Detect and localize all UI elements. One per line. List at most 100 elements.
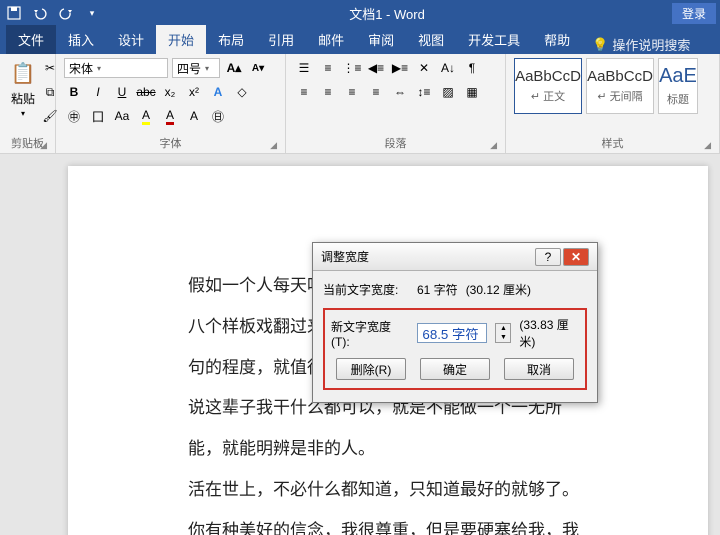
group-label-clipboard: 剪贴板◢ (8, 133, 47, 153)
distribute-icon[interactable]: ⇔ (390, 82, 410, 102)
tab-design[interactable]: 设计 (106, 25, 156, 54)
group-label-styles: 样式◢ (514, 133, 711, 153)
cancel-button[interactable]: 取消 (504, 358, 574, 380)
char-border-icon[interactable]: 囗 (88, 106, 108, 126)
group-label-font: 字体◢ (64, 133, 277, 153)
launcher-icon[interactable]: ◢ (40, 140, 47, 151)
style-preview: AaBbCcD (515, 68, 581, 85)
group-font: 宋体▾ 四号▾ A▴ A▾ B I U abc x₂ x² A ◇ ㊥ 囗 Aa… (56, 54, 286, 153)
adjust-width-dialog: 调整宽度 ? ✕ 当前文字宽度: 61 字符 (30.12 厘米) 新文字宽度(… (312, 242, 598, 403)
current-width-cm: (30.12 厘米) (466, 281, 531, 298)
tab-review[interactable]: 审阅 (356, 25, 406, 54)
align-right-icon[interactable]: ≡ (342, 82, 362, 102)
align-left-icon[interactable]: ≡ (294, 82, 314, 102)
quick-access-toolbar: ▾ (4, 3, 102, 23)
show-marks-icon[interactable]: ¶ (462, 58, 482, 78)
increase-indent-icon[interactable]: ▶≡ (390, 58, 410, 78)
window-title: 文档1 - Word (102, 4, 672, 23)
chevron-down-icon: ▾ (205, 64, 209, 73)
bold-button[interactable]: B (64, 82, 84, 102)
launcher-icon[interactable]: ◢ (704, 140, 711, 151)
dialog-body: 当前文字宽度: 61 字符 (30.12 厘米) 新文字宽度(T): ▲▼ (3… (313, 271, 597, 402)
highlighted-section: 新文字宽度(T): ▲▼ (33.83 厘米) 删除(R) 确定 取消 (323, 308, 587, 390)
line-spacing-icon[interactable]: ↕≡ (414, 82, 434, 102)
enclose-char-icon[interactable]: ㊐ (208, 106, 228, 126)
group-styles: AaBbCcD ↵ 正文 AaBbCcD ↵ 无间隔 AaE 标题 样式◢ (506, 54, 720, 153)
group-clipboard: 📋 粘贴 ▾ ✂ ⧉ 🖌 剪贴板◢ (0, 54, 56, 153)
delete-button[interactable]: 删除(R) (336, 358, 406, 380)
new-width-cm: (33.83 厘米) (519, 316, 579, 350)
launcher-icon[interactable]: ◢ (270, 140, 277, 151)
phonetic-guide-icon[interactable]: ㊥ (64, 106, 84, 126)
style-name: 标题 (667, 91, 689, 107)
style-preview: AaE (659, 65, 697, 88)
tab-view[interactable]: 视图 (406, 25, 456, 54)
clipboard-icon: 📋 (8, 58, 38, 88)
spin-down-icon[interactable]: ▼ (496, 333, 510, 342)
paragraph[interactable]: 活在世上，不必什么都知道，只知道最好的就够了。 (188, 470, 588, 511)
style-heading[interactable]: AaE 标题 (658, 58, 698, 114)
strikethrough-button[interactable]: abc (136, 82, 156, 102)
decrease-indent-icon[interactable]: ◀≡ (366, 58, 386, 78)
sort-icon[interactable]: A↓ (438, 58, 458, 78)
qat-customize-icon[interactable]: ▾ (82, 3, 102, 23)
tab-help[interactable]: 帮助 (532, 25, 582, 54)
dialog-titlebar[interactable]: 调整宽度 ? ✕ (313, 243, 597, 271)
help-icon[interactable]: ? (535, 248, 561, 266)
asian-layout-icon[interactable]: ✕ (414, 58, 434, 78)
style-nospacing[interactable]: AaBbCcD ↵ 无间隔 (586, 58, 654, 114)
char-shading-icon[interactable]: A (184, 106, 204, 126)
spinner[interactable]: ▲▼ (495, 323, 511, 343)
clear-formatting-icon[interactable]: ◇ (232, 82, 252, 102)
tab-insert[interactable]: 插入 (56, 25, 106, 54)
highlight-color-icon[interactable]: A (136, 106, 156, 126)
superscript-button[interactable]: x² (184, 82, 204, 102)
style-name: ↵ 无间隔 (597, 88, 642, 104)
dialog-title: 调整宽度 (321, 248, 533, 265)
launcher-icon[interactable]: ◢ (490, 140, 497, 151)
style-normal[interactable]: AaBbCcD ↵ 正文 (514, 58, 582, 114)
grow-font-icon[interactable]: A▴ (224, 58, 244, 78)
chevron-down-icon: ▾ (97, 64, 101, 73)
multilevel-list-icon[interactable]: ⋮≡ (342, 58, 362, 78)
font-color-icon[interactable]: A (160, 106, 180, 126)
current-width-value: 61 字符 (417, 281, 458, 298)
redo-icon[interactable] (56, 3, 76, 23)
close-icon[interactable]: ✕ (563, 248, 589, 266)
align-center-icon[interactable]: ≡ (318, 82, 338, 102)
underline-button[interactable]: U (112, 82, 132, 102)
bullets-icon[interactable]: ☰ (294, 58, 314, 78)
tell-me-label: 操作说明搜索 (612, 35, 690, 54)
justify-icon[interactable]: ≡ (366, 82, 386, 102)
ok-button[interactable]: 确定 (420, 358, 490, 380)
borders-icon[interactable]: ▦ (462, 82, 482, 102)
ribbon: 📋 粘贴 ▾ ✂ ⧉ 🖌 剪贴板◢ 宋体▾ 四号▾ A▴ A▾ B I (0, 54, 720, 154)
tab-file[interactable]: 文件 (6, 25, 56, 54)
tell-me-search[interactable]: 💡 操作说明搜索 (592, 35, 690, 54)
tab-references[interactable]: 引用 (256, 25, 306, 54)
spin-up-icon[interactable]: ▲ (496, 324, 510, 333)
paste-button[interactable]: 📋 粘贴 ▾ (8, 58, 38, 133)
tab-layout[interactable]: 布局 (206, 25, 256, 54)
chevron-down-icon: ▾ (21, 109, 25, 118)
tab-home[interactable]: 开始 (156, 25, 206, 54)
italic-button[interactable]: I (88, 82, 108, 102)
subscript-button[interactable]: x₂ (160, 82, 180, 102)
paragraph[interactable]: 你有种美好的信念，我很尊重，但是要硬塞给我，我就不那么乐 (188, 511, 588, 535)
numbering-icon[interactable]: ≡ (318, 58, 338, 78)
new-width-input[interactable] (417, 323, 487, 343)
title-bar: ▾ 文档1 - Word 登录 (0, 0, 720, 26)
tab-mailings[interactable]: 邮件 (306, 25, 356, 54)
save-icon[interactable] (4, 3, 24, 23)
shrink-font-icon[interactable]: A▾ (248, 58, 268, 78)
undo-icon[interactable] (30, 3, 50, 23)
style-name: ↵ 正文 (531, 88, 565, 104)
change-case-button[interactable]: Aa (112, 106, 132, 126)
font-size-combo[interactable]: 四号▾ (172, 58, 220, 78)
shading-icon[interactable]: ▨ (438, 82, 458, 102)
font-name-combo[interactable]: 宋体▾ (64, 58, 168, 78)
ribbon-tabs: 文件 插入 设计 开始 布局 引用 邮件 审阅 视图 开发工具 帮助 💡 操作说… (0, 26, 720, 54)
text-effects-icon[interactable]: A (208, 82, 228, 102)
login-button[interactable]: 登录 (672, 3, 716, 24)
tab-developer[interactable]: 开发工具 (456, 25, 532, 54)
